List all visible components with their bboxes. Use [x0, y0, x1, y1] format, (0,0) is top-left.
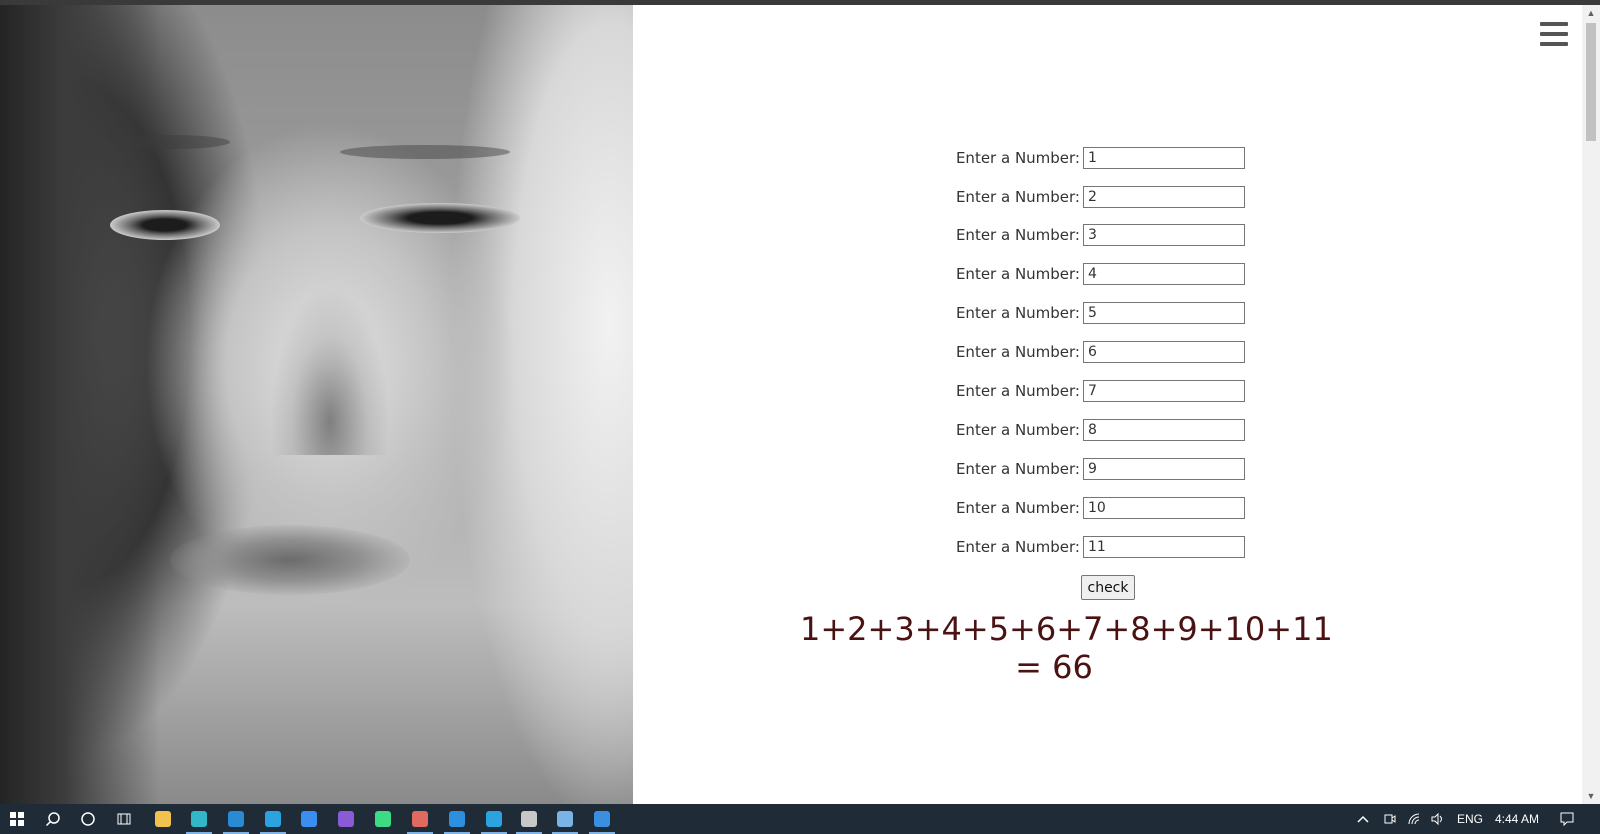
photo-brow-right: [340, 145, 510, 159]
number-label: Enter a Number:: [955, 188, 1080, 206]
number-row: Enter a Number:: [900, 378, 1250, 404]
volume-icon[interactable]: [1430, 804, 1446, 834]
number-row: Enter a Number:: [900, 417, 1250, 443]
search-icon[interactable]: [36, 804, 70, 834]
number-row: Enter a Number:: [900, 534, 1250, 560]
menu-bar: [1540, 32, 1568, 36]
photo-hair-shadow: [0, 5, 160, 804]
check-button[interactable]: check: [1081, 575, 1135, 600]
photo-nose: [270, 285, 390, 455]
number-row: Enter a Number:: [900, 300, 1250, 326]
number-input[interactable]: [1083, 497, 1245, 519]
start-icon[interactable]: [0, 804, 34, 834]
paint-icon[interactable]: [403, 804, 437, 834]
number-input[interactable]: [1083, 380, 1245, 402]
number-input[interactable]: [1083, 186, 1245, 208]
photo-eye-right: [360, 203, 520, 233]
language-indicator[interactable]: ENG: [1457, 804, 1483, 834]
number-label: Enter a Number:: [955, 382, 1080, 400]
scroll-thumb[interactable]: [1586, 23, 1596, 141]
number-input[interactable]: [1083, 341, 1245, 363]
number-label: Enter a Number:: [955, 265, 1080, 283]
number-row: Enter a Number:: [900, 339, 1250, 365]
number-row: Enter a Number:: [900, 495, 1250, 521]
edge-browser-icon[interactable]: [182, 804, 216, 834]
sum-result: 1+2+3+4+5+6+7+8+9+10+11 = 66: [800, 610, 1333, 686]
cortana-icon[interactable]: [71, 804, 105, 834]
number-row: Enter a Number:: [900, 456, 1250, 482]
number-input[interactable]: [1083, 147, 1245, 169]
wifi-icon[interactable]: [1407, 804, 1423, 834]
clock[interactable]: 4:44 AM: [1495, 804, 1539, 834]
number-row: Enter a Number:: [900, 184, 1250, 210]
number-label: Enter a Number:: [955, 343, 1080, 361]
number-label: Enter a Number:: [955, 149, 1080, 167]
menu-bar: [1540, 42, 1568, 46]
task-view-icon[interactable]: [107, 804, 141, 834]
number-label: Enter a Number:: [955, 226, 1080, 244]
hamburger-menu-icon[interactable]: [1540, 22, 1568, 46]
number-label: Enter a Number:: [955, 460, 1080, 478]
portrait-photo: [0, 5, 633, 804]
android-studio-icon[interactable]: [366, 804, 400, 834]
scroll-up-arrow-icon[interactable]: ▲: [1582, 5, 1600, 21]
notepad-icon[interactable]: [548, 804, 582, 834]
visual-studio-icon[interactable]: [329, 804, 363, 834]
terminal-icon[interactable]: [512, 804, 546, 834]
windows-taskbar: ENG 4:44 AM: [0, 804, 1600, 834]
notification-center-icon[interactable]: [1559, 804, 1575, 834]
number-input[interactable]: [1083, 302, 1245, 324]
media-player-icon[interactable]: [585, 804, 619, 834]
number-label: Enter a Number:: [955, 304, 1080, 322]
number-row: Enter a Number:: [900, 145, 1250, 171]
photo-lips: [170, 525, 410, 595]
page-scrollbar[interactable]: ▲ ▼: [1582, 5, 1600, 804]
file-explorer-icon[interactable]: [146, 804, 180, 834]
tray-chevron-icon[interactable]: [1356, 804, 1370, 834]
number-input[interactable]: [1083, 458, 1245, 480]
number-input[interactable]: [1083, 224, 1245, 246]
meet-now-icon[interactable]: [1383, 804, 1397, 834]
photo-eye-left: [110, 210, 220, 240]
number-label: Enter a Number:: [955, 499, 1080, 517]
number-row: Enter a Number:: [900, 261, 1250, 287]
telegram-icon[interactable]: [256, 804, 290, 834]
photo-brow-left: [110, 135, 230, 149]
number-label: Enter a Number:: [955, 421, 1080, 439]
number-row: Enter a Number:: [900, 222, 1250, 248]
scroll-down-arrow-icon[interactable]: ▼: [1582, 788, 1600, 804]
number-input[interactable]: [1083, 263, 1245, 285]
menu-bar: [1540, 22, 1568, 26]
number-input[interactable]: [1083, 419, 1245, 441]
telegram-icon-2[interactable]: [477, 804, 511, 834]
number-label: Enter a Number:: [955, 538, 1080, 556]
mail-icon[interactable]: [219, 804, 253, 834]
vscode-icon[interactable]: [440, 804, 474, 834]
number-input[interactable]: [1083, 536, 1245, 558]
messenger-icon[interactable]: [292, 804, 326, 834]
